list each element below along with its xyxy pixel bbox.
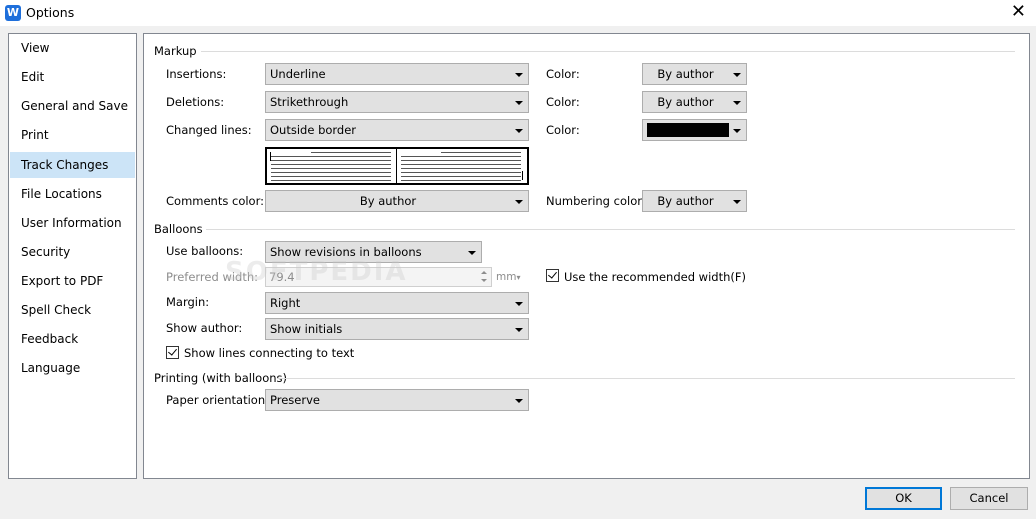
title-bar: W Options ✕ [0,0,1036,26]
nav-item-edit[interactable]: Edit [10,64,135,90]
track-changes-panel: Markup Insertions: Underline Color: By a… [143,33,1030,479]
color-swatch [647,123,729,137]
nav-item-track-changes[interactable]: Track Changes [10,152,135,178]
chevron-down-icon [515,302,523,306]
insertions-dropdown[interactable]: Underline [265,63,529,85]
changed-lines-preview [265,147,529,185]
show-author-dropdown[interactable]: Show initials [265,318,529,340]
insertions-color-dropdown[interactable]: By author [642,63,747,85]
show-author-value: Show initials [270,322,343,336]
use-recommended-width-label[interactable]: Use the recommended width(F) [564,270,746,284]
deletions-value: Strikethrough [270,95,349,109]
printing-divider [277,378,1015,379]
deletions-dropdown[interactable]: Strikethrough [265,91,529,113]
markup-heading: Markup [154,44,197,58]
deletions-color-label: Color: [546,95,580,109]
comments-color-label: Comments color: [166,194,264,208]
spinner-arrows-icon[interactable] [478,268,491,286]
changed-lines-color-label: Color: [546,123,580,137]
chevron-down-icon [733,101,741,105]
chevron-down-icon [515,328,523,332]
insertions-color-value: By author [657,67,714,81]
nav-item-view[interactable]: View [10,35,135,61]
preferred-width-unit[interactable]: mm▾ [496,271,520,283]
comments-color-dropdown[interactable]: By author [265,190,529,212]
nav-item-general-and-save[interactable]: General and Save [10,93,135,119]
changed-lines-value: Outside border [270,123,357,137]
watermark: SOFTPEDIA [225,257,408,287]
changed-lines-label: Changed lines: [166,123,252,137]
preview-left-page [267,149,396,183]
checkmark-icon [168,346,177,356]
changed-lines-color-dropdown[interactable] [642,119,747,141]
chevron-down-icon [515,399,523,403]
options-category-list: View Edit General and Save Print Track C… [8,33,137,479]
cancel-button[interactable]: Cancel [950,487,1028,510]
numbering-color-value: By author [657,194,714,208]
margin-dropdown[interactable]: Right [265,292,529,314]
printing-heading: Printing (with balloons) [154,371,288,385]
use-balloons-label: Use balloons: [166,244,244,258]
numbering-color-dropdown[interactable]: By author [642,190,747,212]
changed-lines-dropdown[interactable]: Outside border [265,119,529,141]
show-author-label: Show author: [166,321,243,335]
deletions-color-value: By author [657,95,714,109]
insertions-color-label: Color: [546,67,580,81]
balloons-heading: Balloons [154,222,203,236]
checkmark-icon [548,269,557,279]
show-lines-label[interactable]: Show lines connecting to text [184,346,354,360]
nav-item-user-information[interactable]: User Information [10,210,135,236]
nav-item-export-to-pdf[interactable]: Export to PDF [10,268,135,294]
close-icon[interactable]: ✕ [1011,2,1026,22]
nav-item-spell-check[interactable]: Spell Check [10,297,135,323]
paper-orientation-dropdown[interactable]: Preserve [265,389,529,411]
deletions-color-dropdown[interactable]: By author [642,91,747,113]
chevron-down-icon [515,101,523,105]
window-title: Options [26,5,75,20]
chevron-down-icon [515,200,523,204]
show-lines-checkbox[interactable] [166,346,179,359]
nav-item-language[interactable]: Language [10,355,135,381]
deletions-label: Deletions: [166,95,225,109]
markup-divider [201,51,1015,52]
chevron-down-icon [733,200,741,204]
nav-item-security[interactable]: Security [10,239,135,265]
ok-button[interactable]: OK [865,487,942,510]
insertions-label: Insertions: [166,67,227,81]
paper-orientation-label: Paper orientation: [166,393,270,407]
nav-item-file-locations[interactable]: File Locations [10,181,135,207]
use-recommended-width-checkbox[interactable] [546,269,559,282]
app-logo-icon: W [5,5,21,21]
paper-orientation-value: Preserve [270,393,320,407]
chevron-down-icon [515,129,523,133]
nav-item-feedback[interactable]: Feedback [10,326,135,352]
chevron-down-icon [468,251,476,255]
comments-color-value: By author [359,194,417,208]
preview-right-page [397,149,526,183]
chevron-down-icon [733,129,741,133]
change-bar-mark [522,171,523,180]
margin-label: Margin: [166,295,210,309]
insertions-value: Underline [270,67,326,81]
numbering-color-label: Numbering color: [546,194,646,208]
nav-item-print[interactable]: Print [10,122,135,148]
chevron-down-icon [515,73,523,77]
chevron-down-icon [733,73,741,77]
balloons-divider [206,229,1015,230]
margin-value: Right [270,296,301,310]
